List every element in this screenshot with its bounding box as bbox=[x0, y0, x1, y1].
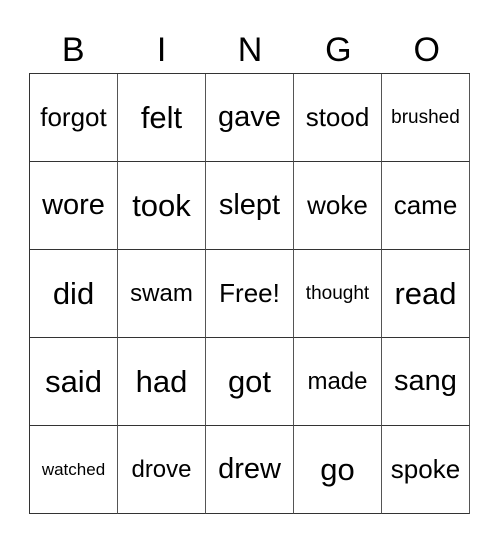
bingo-cell[interactable]: got bbox=[206, 338, 294, 426]
bingo-header: B I N G O bbox=[29, 28, 471, 72]
free-space-cell[interactable]: Free! bbox=[206, 250, 294, 338]
bingo-cell[interactable]: sang bbox=[382, 338, 470, 426]
bingo-cell[interactable]: go bbox=[294, 426, 382, 514]
header-letter-i: I bbox=[156, 31, 167, 69]
bingo-cell[interactable]: did bbox=[30, 250, 118, 338]
bingo-cell[interactable]: said bbox=[30, 338, 118, 426]
bingo-cell[interactable]: had bbox=[118, 338, 206, 426]
bingo-cell[interactable]: forgot bbox=[30, 74, 118, 162]
header-letter-n: N bbox=[237, 31, 263, 69]
bingo-cell[interactable]: slept bbox=[206, 162, 294, 250]
bingo-cell[interactable]: thought bbox=[294, 250, 382, 338]
bingo-cell[interactable]: took bbox=[118, 162, 206, 250]
bingo-cell[interactable]: wore bbox=[30, 162, 118, 250]
bingo-cell[interactable]: gave bbox=[206, 74, 294, 162]
header-letter-b: B bbox=[61, 31, 85, 69]
bingo-cell[interactable]: brushed bbox=[382, 74, 470, 162]
bingo-cell[interactable]: made bbox=[294, 338, 382, 426]
bingo-cell[interactable]: swam bbox=[118, 250, 206, 338]
bingo-cell[interactable]: drew bbox=[206, 426, 294, 514]
bingo-cell[interactable]: came bbox=[382, 162, 470, 250]
bingo-grid: forgot felt gave stood brushed wore took… bbox=[29, 73, 470, 514]
header-letter-g: G bbox=[325, 31, 352, 69]
bingo-cell[interactable]: woke bbox=[294, 162, 382, 250]
header-letter-o: O bbox=[413, 31, 440, 69]
bingo-cell[interactable]: spoke bbox=[382, 426, 470, 514]
bingo-cell[interactable]: stood bbox=[294, 74, 382, 162]
bingo-cell[interactable]: watched bbox=[30, 426, 118, 514]
bingo-cell[interactable]: drove bbox=[118, 426, 206, 514]
bingo-cell[interactable]: felt bbox=[118, 74, 206, 162]
bingo-cell[interactable]: read bbox=[382, 250, 470, 338]
